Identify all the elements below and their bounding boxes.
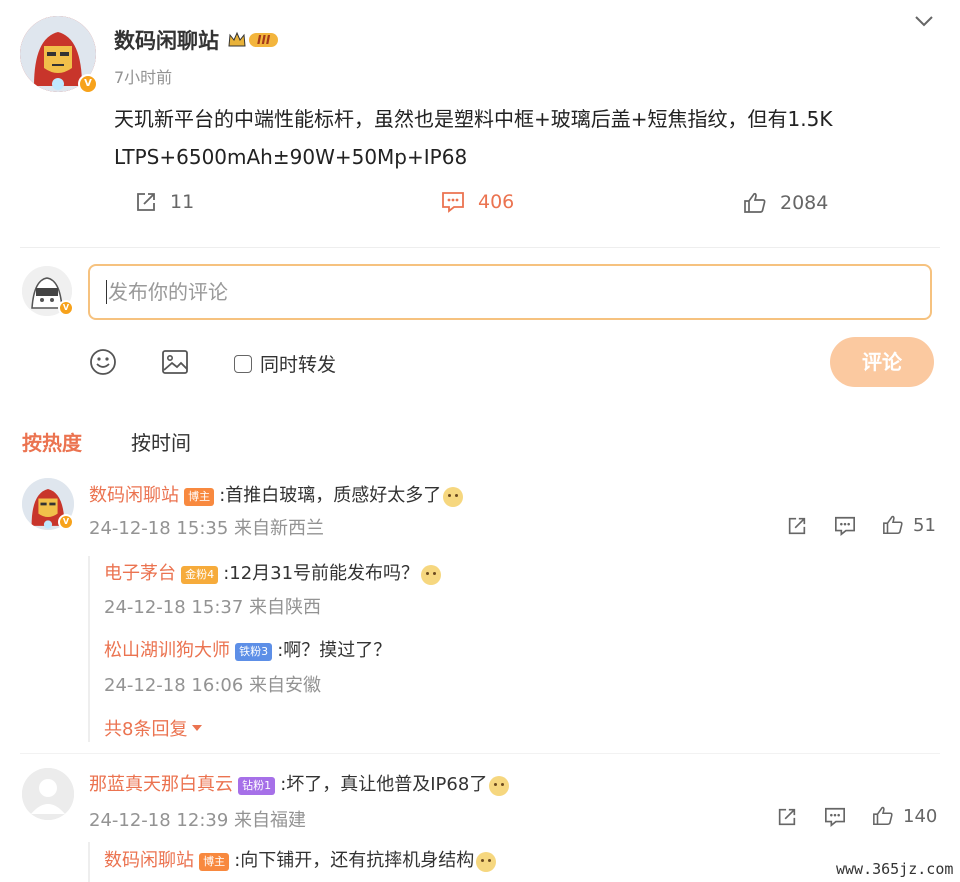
comment-avatar[interactable] (22, 768, 74, 820)
divider (20, 753, 940, 754)
comment-text: :首推白玻璃，质感好太多了 (219, 485, 442, 506)
thumbs-up-icon (744, 192, 766, 213)
more-replies-link[interactable]: 共8条回复 (104, 715, 203, 741)
verified-icon: V (78, 74, 98, 94)
doge-emoji-icon (443, 486, 464, 507)
comment-like-button[interactable]: 140 (871, 805, 937, 827)
author-tag: 博主 (184, 487, 215, 506)
comment-reply-icon[interactable] (833, 515, 857, 537)
sort-by-hot-tab[interactable]: 按热度 (22, 427, 82, 456)
share-icon (137, 193, 155, 211)
comment-icon (442, 192, 464, 213)
doge-emoji-icon (476, 851, 497, 872)
submit-comment-button[interactable]: 评论 (830, 337, 934, 387)
comment-reply-icon[interactable] (823, 806, 847, 828)
emoji-icon[interactable] (89, 348, 117, 376)
reply-thread-line (88, 556, 90, 742)
reply-author[interactable]: 松山湖训狗大师 (104, 640, 230, 661)
comment-meta: 24-12-18 12:39 来自福建 (89, 810, 307, 831)
reply-thread-line (88, 842, 90, 882)
comment-line: 那蓝真天那白真云 钻粉1 :坏了，真让他普及IP68了 (89, 770, 510, 796)
comment-button[interactable]: 406 (440, 190, 514, 214)
crown-icon (228, 31, 246, 47)
checkbox-box[interactable] (234, 354, 252, 373)
reply-text: :12月31号前能发布吗？ (223, 563, 420, 584)
fan-tag: 钻粉1 (238, 776, 276, 795)
repost-checkbox[interactable]: 同时转发 (234, 350, 336, 377)
comment-author[interactable]: 那蓝真天那白真云 (89, 774, 233, 795)
thumbs-up-icon (883, 515, 903, 535)
watermark: www.365jz.com (836, 860, 954, 878)
comment-input[interactable]: 发布你的评论 (88, 264, 932, 320)
crown-level-badge: III (227, 31, 279, 49)
reply-text: :向下铺开，还有抗摔机身结构 (234, 850, 475, 871)
comment-share-icon[interactable] (775, 806, 799, 828)
reply-meta: 24-12-18 15:37 来自陕西 (104, 597, 322, 618)
doge-emoji-icon (489, 775, 510, 796)
share-button[interactable]: 11 (134, 190, 194, 214)
comment-line: 数码闲聊站 博主 :首推白玻璃，质感好太多了 (89, 481, 464, 507)
comment-like-button[interactable]: 51 (881, 514, 936, 536)
comment-share-icon[interactable] (785, 515, 809, 537)
comment-author[interactable]: 数码闲聊站 (89, 485, 179, 506)
reply-line: 电子茅台 金粉4 :12月31号前能发布吗？ (104, 559, 442, 585)
caret-down-icon (192, 725, 203, 731)
comment-meta: 24-12-18 15:35 来自新西兰 (89, 518, 325, 539)
reply-author[interactable]: 电子茅台 (104, 563, 176, 584)
like-button[interactable]: 2084 (742, 191, 828, 215)
reply-author[interactable]: 数码闲聊站 (104, 850, 194, 871)
reply-meta: 24-12-18 16:06 来自安徽 (104, 675, 322, 696)
doge-emoji-icon (421, 564, 442, 585)
fan-tag: 铁粉3 (235, 642, 273, 661)
reply-text: :啊？摸过了？ (277, 640, 392, 661)
verified-icon: V (58, 300, 74, 316)
verified-icon: V (58, 514, 74, 530)
post-time: 7小时前 (114, 68, 173, 87)
post-content: 天玑新平台的中端性能标杆，虽然也是塑料中框+玻璃后盖+短焦指纹，但有1.5K L… (114, 107, 833, 169)
chevron-down-icon[interactable] (914, 14, 934, 28)
default-avatar-icon (22, 768, 74, 820)
sort-by-time-tab[interactable]: 按时间 (131, 427, 191, 456)
divider (20, 247, 940, 248)
reply-line: 数码闲聊站 博主 :向下铺开，还有抗摔机身结构 (104, 846, 497, 872)
comment-text: :坏了，真让他普及IP68了 (280, 774, 488, 795)
fan-tag: 金粉4 (181, 565, 219, 584)
thumbs-up-icon (873, 806, 893, 826)
image-icon[interactable] (161, 348, 189, 376)
author-tag: 博主 (199, 852, 230, 871)
post-author-name[interactable]: 数码闲聊站 (114, 25, 219, 55)
reply-line: 松山湖训狗大师 铁粉3 :啊？摸过了？ (104, 636, 391, 662)
